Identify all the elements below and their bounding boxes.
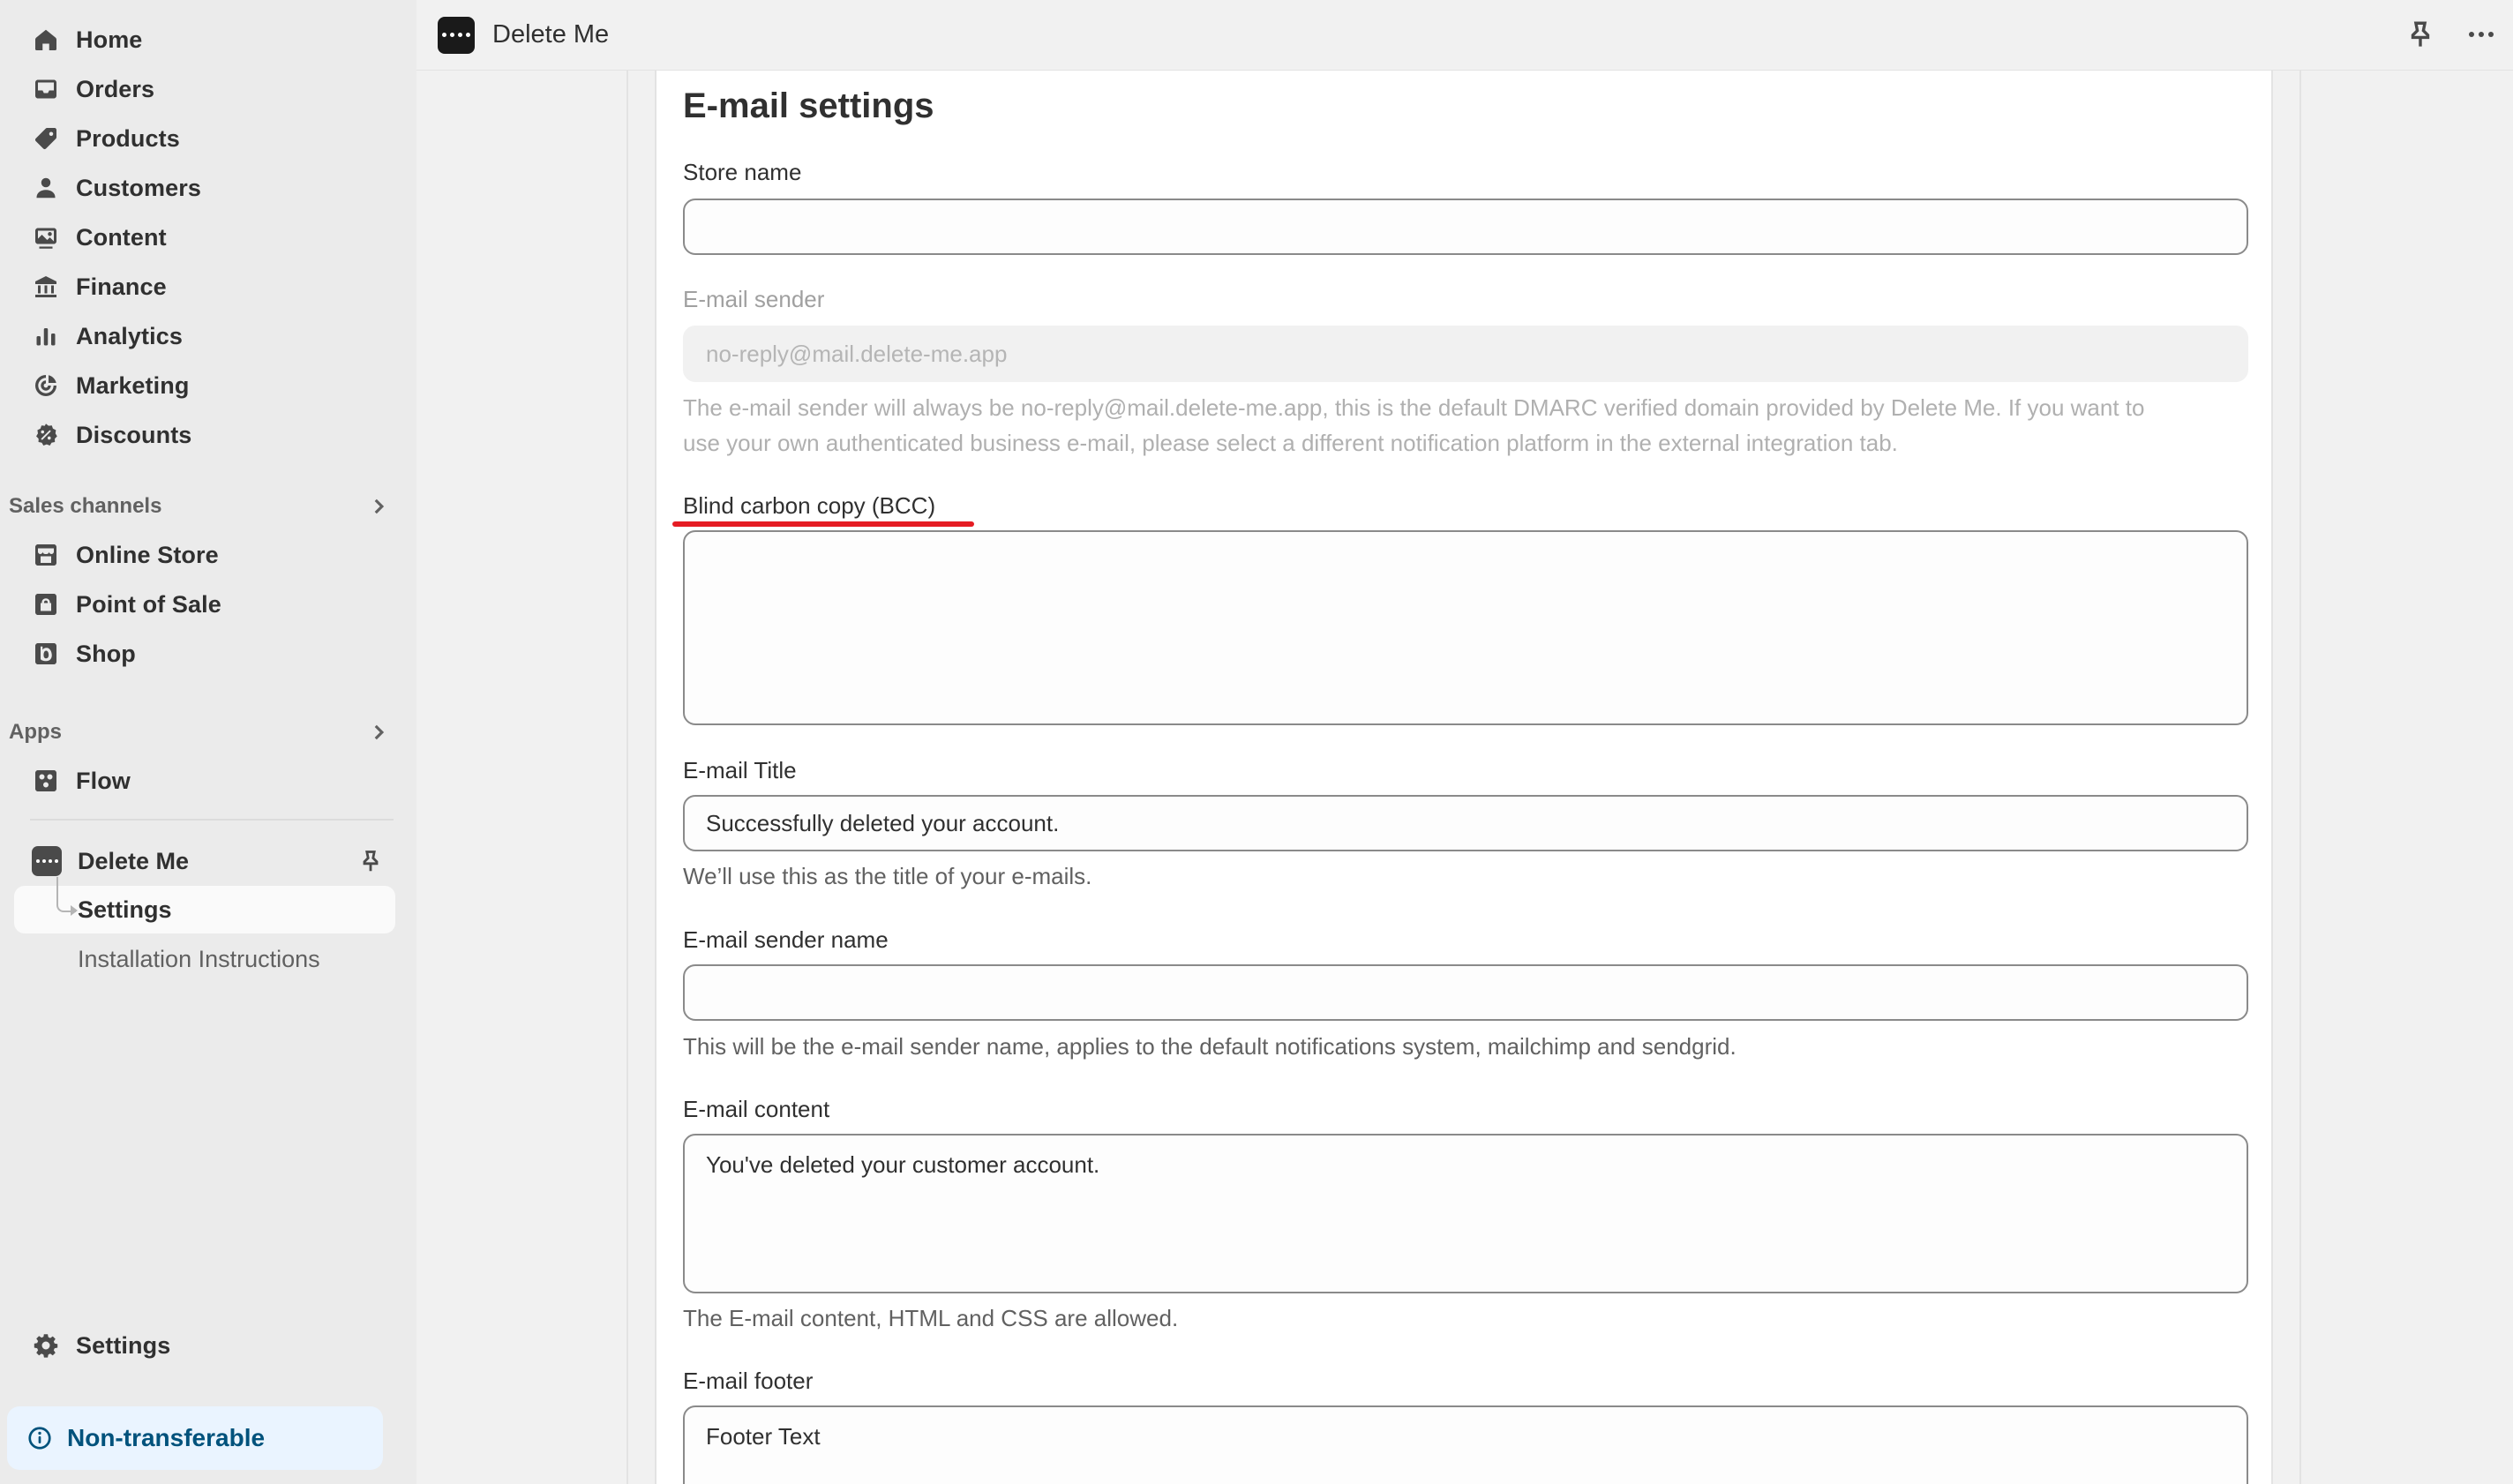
gear-icon: [32, 1331, 60, 1360]
sidebar-subitem-settings[interactable]: Settings: [14, 877, 395, 933]
store-name-label: Store name: [683, 159, 802, 185]
topbar-title: Delete Me: [492, 20, 610, 49]
sidebar-item-label: Discounts: [76, 421, 192, 448]
sidebar-item-marketing[interactable]: Marketing: [16, 364, 395, 408]
pos-icon: [32, 590, 60, 618]
email-sender-help-line-2: use your own authenticated business e-ma…: [683, 430, 1898, 456]
info-icon: [26, 1425, 53, 1451]
email-title-label: E-mail Title: [683, 757, 797, 783]
email-title-help: We’ll use this as the title of your e-ma…: [683, 863, 1092, 889]
app-topbar: Delete Me: [416, 0, 2513, 71]
email-settings-card: E-mail settings Store name E-mail sender…: [655, 71, 2273, 1484]
sidebar-item-settings[interactable]: Settings: [16, 1323, 395, 1368]
sidebar-item-analytics[interactable]: Analytics: [16, 314, 395, 358]
sidebar-item-label: Orders: [76, 75, 155, 102]
sidebar-item-label: Products: [76, 124, 180, 152]
sidebar-item-products[interactable]: Products: [16, 116, 395, 161]
sidebar-item-orders[interactable]: Orders: [16, 67, 395, 111]
highlight-underline: [672, 521, 974, 527]
sidebar-item-label: Flow: [76, 767, 131, 794]
section-title: Sales channels: [9, 494, 162, 518]
sidebar-item-online-store[interactable]: Online Store: [16, 533, 395, 577]
image-icon: [32, 223, 60, 251]
pin-icon[interactable]: [2405, 19, 2435, 49]
email-sender-help-line-1: The e-mail sender will always be no-repl…: [683, 394, 2145, 421]
sidebar-subitem-label: Installation Instructions: [78, 945, 320, 972]
bank-icon: [32, 273, 60, 301]
sidebar-item-label: Settings: [76, 1331, 171, 1359]
more-options-icon[interactable]: [2464, 19, 2499, 49]
non-transferable-badge[interactable]: Non-transferable: [7, 1406, 383, 1470]
email-content-help: The E-mail content, HTML and CSS are all…: [683, 1305, 1179, 1331]
section-title: Apps: [9, 720, 62, 744]
email-sender-label: E-mail sender: [683, 286, 825, 312]
sidebar-item-label: Point of Sale: [76, 590, 221, 618]
flow-icon: [32, 767, 60, 795]
sales-channels-header[interactable]: Sales channels: [9, 489, 397, 524]
discount-icon: [32, 421, 60, 449]
inbox-icon: [32, 75, 60, 103]
sidebar-item-finance[interactable]: Finance: [16, 265, 395, 309]
bar-chart-icon: [32, 322, 60, 350]
email-content-textarea[interactable]: You've deleted your customer account.: [683, 1134, 2248, 1293]
sidebar-item-label: Finance: [76, 273, 167, 300]
pin-icon[interactable]: [358, 849, 383, 873]
sidebar-item-label: Marketing: [76, 371, 190, 399]
sidebar-divider: [30, 819, 394, 821]
sidebar-item-label: Content: [76, 223, 167, 251]
sender-name-input[interactable]: [683, 964, 2248, 1021]
person-icon: [32, 174, 60, 202]
sidebar-item-shop[interactable]: Shop: [16, 632, 395, 676]
apps-header[interactable]: Apps: [9, 715, 397, 750]
email-title-input[interactable]: Successfully deleted your account.: [683, 795, 2248, 851]
target-icon: [32, 371, 60, 400]
tag-icon: [32, 124, 60, 153]
email-footer-label: E-mail footer: [683, 1368, 814, 1394]
chevron-right-icon: [367, 721, 390, 744]
bcc-label: Blind carbon copy (BCC): [683, 492, 936, 519]
sidebar-item-label: Customers: [76, 174, 201, 201]
app-logo-icon: [438, 16, 475, 54]
badge-label: Non-transferable: [67, 1424, 266, 1451]
bcc-textarea[interactable]: [683, 530, 2248, 725]
sidebar-subitem-label: Settings: [78, 896, 172, 923]
chevron-right-icon: [367, 495, 390, 518]
app-logo-icon: [32, 846, 62, 876]
sidebar-item-flow[interactable]: Flow: [16, 759, 395, 803]
sender-name-help: This will be the e-mail sender name, app…: [683, 1033, 1737, 1060]
sidebar-subitem-installation-instructions[interactable]: Installation Instructions: [14, 935, 395, 983]
store-icon: [32, 541, 60, 569]
email-content-label: E-mail content: [683, 1096, 830, 1122]
sidebar-item-customers[interactable]: Customers: [16, 166, 395, 210]
store-name-input[interactable]: [683, 199, 2248, 255]
tree-arrow-icon: [71, 905, 78, 916]
sidebar: Home Orders Products Customers Content F…: [0, 0, 416, 1484]
email-footer-textarea[interactable]: Footer Text: [683, 1405, 2248, 1484]
sidebar-item-home[interactable]: Home: [16, 18, 395, 62]
sender-name-label: E-mail sender name: [683, 926, 889, 953]
section-heading: E-mail settings: [683, 86, 934, 125]
sidebar-item-label: Home: [76, 26, 143, 53]
sidebar-item-point-of-sale[interactable]: Point of Sale: [16, 582, 395, 626]
main-content: E-mail settings Store name E-mail sender…: [416, 71, 2513, 1484]
sidebar-item-content[interactable]: Content: [16, 215, 395, 259]
shop-icon: [32, 640, 60, 668]
sidebar-item-label: Shop: [76, 640, 136, 667]
app-root: Home Orders Products Customers Content F…: [0, 0, 2513, 1484]
home-icon: [32, 26, 60, 54]
sidebar-item-discounts[interactable]: Discounts: [16, 413, 395, 457]
sidebar-item-label: Delete Me: [78, 847, 190, 874]
sidebar-item-label: Online Store: [76, 541, 219, 568]
email-sender-input: no-reply@mail.delete-me.app: [683, 326, 2248, 382]
sidebar-item-label: Analytics: [76, 322, 183, 349]
